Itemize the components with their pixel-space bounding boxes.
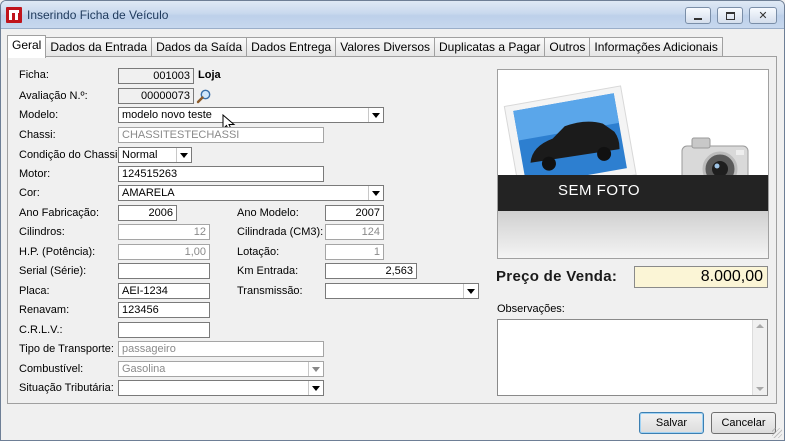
km-entrada-label: Km Entrada:: [237, 265, 299, 277]
tab-strip: Geral Dados da Entrada Dados da Saída Da…: [7, 35, 723, 58]
minimize-icon: [694, 17, 702, 20]
ano-modelo-label: Ano Modelo:: [237, 207, 299, 219]
window-title: Inserindo Ficha de Veículo: [27, 8, 169, 22]
avaliacao-field: 00000073: [118, 88, 194, 104]
resize-grip-icon[interactable]: [772, 428, 782, 438]
title-bar[interactable]: Inserindo Ficha de Veículo ✕: [1, 1, 784, 29]
tipo-transporte-label: Tipo de Transporte:: [19, 343, 114, 355]
loja-label: Loja: [198, 69, 221, 81]
no-photo-label: SEM FOTO: [558, 182, 641, 199]
situacao-tributaria-select[interactable]: [118, 380, 324, 396]
combustivel-select[interactable]: Gasolina: [118, 361, 324, 377]
condicao-chassi-value: Normal: [122, 149, 158, 161]
ano-fabricacao-label: Ano Fabricação:: [19, 207, 100, 219]
chevron-down-icon[interactable]: [176, 148, 191, 162]
chassi-field[interactable]: CHASSITESTECHASSI: [118, 127, 324, 143]
scroll-down-icon[interactable]: [756, 387, 764, 391]
situacao-tributaria-label: Situação Tributária:: [19, 382, 114, 394]
chevron-down-icon[interactable]: [463, 284, 478, 298]
modelo-label: Modelo:: [19, 109, 59, 121]
minimize-button[interactable]: [685, 7, 711, 24]
ano-modelo-field[interactable]: 2007: [325, 205, 384, 221]
tab-dados-entrega[interactable]: Dados Entrega: [246, 37, 337, 57]
tab-outros[interactable]: Outros: [544, 37, 591, 57]
observacoes-label: Observações:: [497, 303, 565, 315]
tab-geral[interactable]: Geral: [7, 35, 47, 58]
cor-value: AMARELA: [122, 187, 175, 199]
app-logo-icon: [6, 7, 22, 23]
photo-reflection: [498, 211, 768, 258]
cancel-button[interactable]: Cancelar: [711, 412, 776, 434]
maximize-icon: [725, 11, 735, 20]
tab-duplicatas-pagar[interactable]: Duplicatas a Pagar: [434, 37, 546, 57]
tab-valores-diversos[interactable]: Valores Diversos: [335, 37, 436, 57]
renavam-label: Renavam:: [19, 304, 70, 316]
placa-field[interactable]: AEI-1234: [118, 283, 210, 299]
combustivel-label: Combustível:: [19, 363, 84, 375]
hp-label: H.P. (Potência):: [19, 246, 96, 258]
crlv-field[interactable]: [118, 322, 210, 338]
vehicle-photo[interactable]: SEM FOTO: [497, 69, 769, 259]
condicao-chassi-select[interactable]: Normal: [118, 147, 192, 163]
tab-dados-entrada[interactable]: Dados da Entrada: [45, 37, 153, 57]
cilindros-field[interactable]: 12: [118, 224, 210, 240]
chevron-down-icon[interactable]: [308, 381, 323, 395]
chevron-down-icon[interactable]: [368, 186, 383, 200]
transmissao-select[interactable]: [325, 283, 479, 299]
lotacao-label: Lotação:: [237, 246, 280, 258]
renavam-field[interactable]: 123456: [118, 302, 210, 318]
cor-select[interactable]: AMARELA: [118, 185, 384, 201]
modelo-select[interactable]: modelo novo teste: [118, 107, 384, 123]
observacoes-scrollbar[interactable]: [752, 320, 767, 395]
chassi-label: Chassi:: [19, 129, 56, 141]
tab-dados-saida[interactable]: Dados da Saída: [151, 37, 248, 57]
tab-informacoes-adicionais[interactable]: Informações Adicionais: [589, 37, 723, 57]
tipo-transporte-field[interactable]: passageiro: [118, 341, 324, 357]
ano-fabricacao-field[interactable]: 2006: [118, 205, 177, 221]
crlv-label: C.R.L.V.:: [19, 324, 63, 336]
combustivel-value: Gasolina: [122, 363, 166, 375]
cor-label: Cor:: [19, 187, 40, 199]
close-icon: ✕: [758, 9, 768, 22]
serial-field[interactable]: [118, 263, 210, 279]
motor-label: Motor:: [19, 168, 51, 180]
ficha-label: Ficha:: [19, 69, 49, 81]
avaliacao-label: Avaliação N.º:: [19, 90, 88, 102]
close-button[interactable]: ✕: [749, 7, 777, 24]
cilindros-label: Cilindros:: [19, 226, 65, 238]
cilindrada-label: Cilindrada (CM3):: [237, 226, 324, 238]
observacoes-textarea[interactable]: [497, 319, 768, 396]
modelo-value: modelo novo teste: [122, 109, 212, 121]
cilindrada-field[interactable]: 124: [325, 224, 384, 240]
price-field[interactable]: 8.000,00: [634, 266, 768, 288]
dialog-window: Inserindo Ficha de Veículo ✕ Geral Dados…: [0, 0, 785, 441]
hp-field[interactable]: 1,00: [118, 244, 210, 260]
scroll-up-icon[interactable]: [756, 324, 764, 328]
chevron-down-icon[interactable]: [308, 362, 323, 376]
search-icon[interactable]: [196, 88, 212, 104]
motor-field[interactable]: 124515263: [118, 166, 324, 182]
km-entrada-field[interactable]: 2,563: [325, 263, 417, 279]
maximize-button[interactable]: [717, 7, 743, 24]
serial-label: Serial (Série):: [19, 265, 87, 277]
ficha-field: 001003: [118, 68, 194, 84]
condicao-chassi-label: Condição do Chassi:: [19, 149, 121, 161]
chevron-down-icon[interactable]: [368, 108, 383, 122]
price-label: Preço de Venda:: [496, 268, 618, 285]
placa-label: Placa:: [19, 285, 50, 297]
transmissao-label: Transmissão:: [237, 285, 303, 297]
lotacao-field[interactable]: 1: [325, 244, 384, 260]
save-button[interactable]: Salvar: [639, 412, 704, 434]
